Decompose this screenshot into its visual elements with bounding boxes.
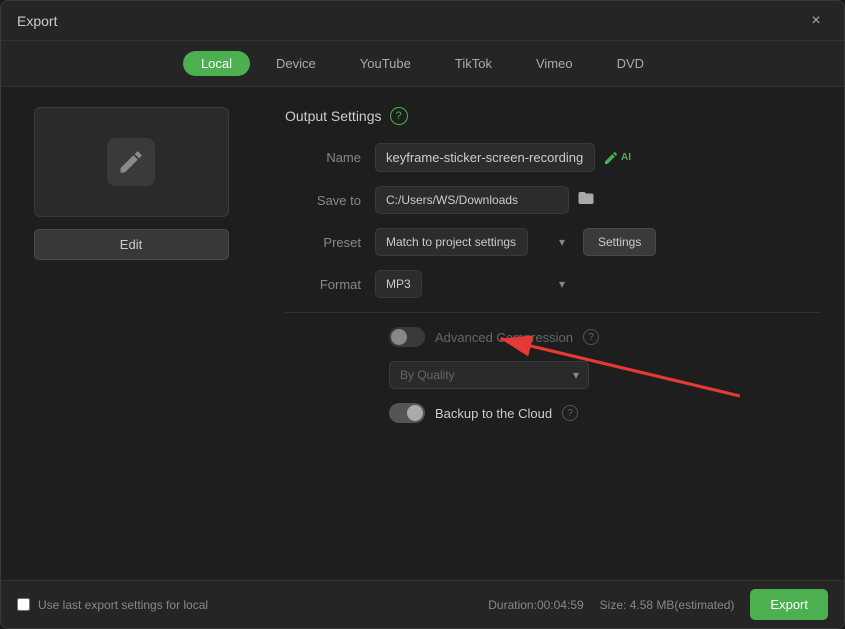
format-select-wrapper: MP3 [375,270,575,298]
format-row: Format MP3 [285,270,820,298]
name-row: Name AI [285,143,820,172]
right-panel: Output Settings ? Name AI Save to [261,87,844,580]
preset-row: Preset Match to project settings Setting… [285,228,820,256]
advanced-compression-row: Advanced Compression ? [285,327,820,347]
tab-vimeo[interactable]: Vimeo [518,51,591,76]
name-input[interactable] [375,143,595,172]
preset-select-wrapper: Match to project settings [375,228,575,256]
backup-help-icon[interactable]: ? [562,405,578,421]
main-content: Edit Output Settings ? Name AI [1,87,844,580]
last-settings-checkbox[interactable] [17,598,30,611]
tab-local[interactable]: Local [183,51,250,76]
save-path-container [375,186,595,214]
format-label: Format [285,277,375,292]
name-label: Name [285,150,375,165]
divider [285,312,820,313]
bottom-info: Duration:00:04:59 Size: 4.58 MB(estimate… [488,589,828,620]
section-header: Output Settings ? [285,107,820,125]
tabs-bar: Local Device YouTube TikTok Vimeo DVD [1,41,844,87]
backup-toggle[interactable] [389,403,425,423]
tab-youtube[interactable]: YouTube [342,51,429,76]
titlebar: Export × [1,1,844,41]
duration-display: Duration:00:04:59 [488,598,583,612]
window-title: Export [17,13,57,29]
save-to-row: Save to [285,186,820,214]
format-select[interactable]: MP3 [375,270,422,298]
tab-tiktok[interactable]: TikTok [437,51,510,76]
backup-row: Backup to the Cloud ? [285,403,820,423]
section-title: Output Settings [285,108,382,124]
preview-box [34,107,229,217]
quality-select-wrapper: By Quality [389,361,589,389]
preview-icon [107,138,155,186]
preset-label: Preset [285,235,375,250]
export-button[interactable]: Export [750,589,828,620]
ai-rename-icon[interactable]: AI [603,150,631,166]
last-settings-label: Use last export settings for local [38,598,208,612]
output-settings-info-icon[interactable]: ? [390,107,408,125]
last-settings-checkbox-label[interactable]: Use last export settings for local [17,598,208,612]
edit-button[interactable]: Edit [34,229,229,260]
export-window: Export × Local Device YouTube TikTok Vim… [0,0,845,629]
backup-label: Backup to the Cloud [435,406,552,421]
settings-button[interactable]: Settings [583,228,656,256]
save-path-input[interactable] [375,186,569,214]
tab-device[interactable]: Device [258,51,334,76]
bottom-bar: Use last export settings for local Durat… [1,580,844,628]
quality-select[interactable]: By Quality [389,361,589,389]
size-display: Size: 4.58 MB(estimated) [600,598,735,612]
advanced-compression-help-icon[interactable]: ? [583,329,599,345]
left-panel: Edit [1,87,261,580]
tab-dvd[interactable]: DVD [599,51,662,76]
close-button[interactable]: × [804,9,828,33]
preset-container: Match to project settings Settings [375,228,675,256]
save-to-label: Save to [285,193,375,208]
advanced-compression-label: Advanced Compression [435,330,573,345]
folder-icon[interactable] [577,189,595,212]
preset-select[interactable]: Match to project settings [375,228,528,256]
advanced-compression-toggle[interactable] [389,327,425,347]
